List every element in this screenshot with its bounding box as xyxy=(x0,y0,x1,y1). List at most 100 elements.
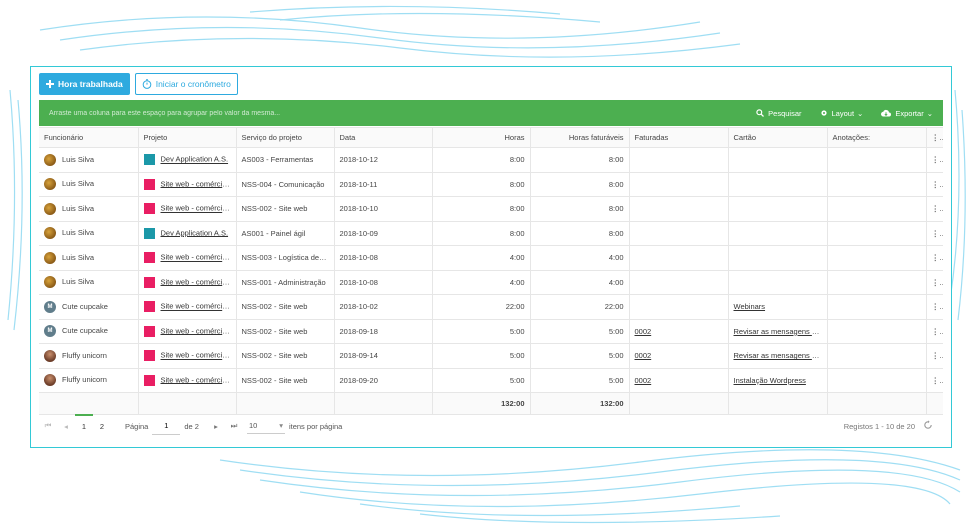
row-menu-icon[interactable]: ⋮ xyxy=(926,147,943,173)
column-menu-icon[interactable]: ⋮ xyxy=(926,127,943,148)
card-link[interactable]: Instalação Wordpress xyxy=(734,376,806,385)
row-menu-icon[interactable]: ⋮ xyxy=(926,221,943,246)
col-service[interactable]: Serviço do projeto xyxy=(236,127,335,148)
col-date[interactable]: Data xyxy=(334,127,433,148)
col-employee[interactable]: Funcionário xyxy=(39,127,139,148)
cell-service: NSS-002 - Site web xyxy=(236,196,335,222)
table-row[interactable]: Luis Silva Site web - comércio ... NSS-004… xyxy=(39,172,943,197)
project-link[interactable]: Site web - comércio ... xyxy=(161,351,235,360)
project-color-swatch xyxy=(143,374,155,386)
table-row[interactable]: Fluffy unicorn Site web - comércio ... NSS… xyxy=(39,343,943,369)
invoice-link[interactable]: 0002 xyxy=(635,376,652,385)
refresh-icon[interactable] xyxy=(923,420,933,432)
cell-employee: Luis Silva xyxy=(39,221,139,246)
row-menu-icon[interactable]: ⋮ xyxy=(926,294,943,320)
cell-notes xyxy=(827,172,927,197)
project-link[interactable]: Dev Application A.S. xyxy=(161,228,229,237)
toolbar: Hora trabalhada Iniciar o cronômetro xyxy=(39,73,238,95)
timesheet-panel: Hora trabalhada Iniciar o cronômetro Arr… xyxy=(30,66,952,448)
row-menu-icon[interactable]: ⋮ xyxy=(926,270,943,295)
project-color-swatch xyxy=(143,276,155,288)
layout-label: Layout xyxy=(831,108,855,118)
chevron-down-icon: ⌄ xyxy=(926,108,933,118)
card-link[interactable]: Revisar as mensagens aut... xyxy=(734,351,827,360)
page-2[interactable]: 2 xyxy=(93,422,111,431)
cell-card xyxy=(728,270,828,295)
cell-billable: 22:00 xyxy=(530,294,630,320)
row-menu-icon[interactable]: ⋮ xyxy=(926,368,943,393)
cell-service: AS001 - Painel ágil xyxy=(236,221,335,246)
project-link[interactable]: Site web - comércio ... xyxy=(161,375,235,384)
col-card[interactable]: Cartão xyxy=(728,127,828,148)
project-link[interactable]: Site web - comércio ... xyxy=(161,277,235,286)
cell-service: AS003 - Ferramentas xyxy=(236,147,335,173)
cell-project: Site web - comércio ... xyxy=(138,319,237,344)
row-menu-icon[interactable]: ⋮ xyxy=(926,196,943,222)
cell-card xyxy=(728,196,828,222)
avatar: M xyxy=(44,300,56,313)
cell-hours: 8:00 xyxy=(432,221,531,246)
table-row[interactable]: Luis Silva Site web - comércio ... NSS-002… xyxy=(39,196,943,222)
table-row[interactable]: Luis Silva Site web - comércio ... NSS-001… xyxy=(39,270,943,295)
project-color-swatch xyxy=(143,252,155,264)
start-timer-button[interactable]: Iniciar o cronômetro xyxy=(134,73,238,95)
table-row[interactable]: Fluffy unicorn Site web - comércio ... NSS… xyxy=(39,368,943,393)
cell-project: Site web - comércio ... xyxy=(138,270,237,295)
col-billable[interactable]: Horas faturáveis xyxy=(530,127,630,148)
row-menu-icon[interactable]: ⋮ xyxy=(926,319,943,344)
prev-page-icon[interactable]: ◂ xyxy=(57,422,75,431)
page-input[interactable] xyxy=(152,417,181,435)
cell-billable: 4:00 xyxy=(530,245,630,271)
project-link[interactable]: Site web - comércio ... xyxy=(161,326,235,335)
add-hour-button[interactable]: Hora trabalhada xyxy=(39,73,130,95)
search-button[interactable]: Pesquisar xyxy=(756,108,802,118)
search-label: Pesquisar xyxy=(768,108,802,118)
cell-hours: 5:00 xyxy=(432,319,531,344)
page-1[interactable]: 1 xyxy=(75,414,93,438)
table-row[interactable]: M Cute cupcake Site web - comércio ... NSS-… xyxy=(39,294,943,320)
cell-card xyxy=(728,172,828,197)
table-row[interactable]: Luis Silva Dev Application A.S. AS003 - Fe… xyxy=(39,147,943,173)
table-row[interactable]: Luis Silva Dev Application A.S. AS001 - Pa… xyxy=(39,221,943,246)
invoice-link[interactable]: 0002 xyxy=(635,327,652,336)
cell-invoiced: 0002 xyxy=(629,343,729,369)
cell-notes xyxy=(827,270,927,295)
cell-service: NSS-002 - Site web xyxy=(236,368,335,393)
table-row[interactable]: M Cute cupcake Site web - comércio ... NSS-… xyxy=(39,319,943,344)
row-menu-icon[interactable]: ⋮ xyxy=(926,245,943,271)
project-link[interactable]: Dev Application A.S. xyxy=(161,155,229,164)
cell-notes xyxy=(827,319,927,344)
cell-invoiced xyxy=(629,196,729,222)
avatar xyxy=(44,251,56,264)
layout-button[interactable]: Layout ⌄ xyxy=(820,108,863,118)
cell-service: NSS-002 - Site web xyxy=(236,294,335,320)
col-hours[interactable]: Horas xyxy=(432,127,531,148)
row-menu-icon[interactable]: ⋮ xyxy=(926,172,943,197)
cell-service: NSS-002 - Site web xyxy=(236,343,335,369)
invoice-link[interactable]: 0002 xyxy=(635,351,652,360)
employee-name: Luis Silva xyxy=(62,154,95,164)
pagination: ⏮ ◂ 1 2 Página de 2 ▸ ⏭ 10 ▾ itens por p… xyxy=(39,412,943,440)
project-link[interactable]: Site web - comércio ... xyxy=(161,253,235,262)
table-row[interactable]: Luis Silva Site web - comércio ... NSS-003… xyxy=(39,245,943,271)
col-invoiced[interactable]: Faturadas xyxy=(629,127,729,148)
project-link[interactable]: Site web - comércio ... xyxy=(161,204,235,213)
avatar xyxy=(44,374,56,387)
group-hint: Arraste uma coluna para este espaço para… xyxy=(49,109,281,117)
first-page-icon[interactable]: ⏮ xyxy=(39,421,57,431)
group-by-bar[interactable]: Arraste uma coluna para este espaço para… xyxy=(39,100,943,126)
export-button[interactable]: Exportar ⌄ xyxy=(881,109,933,118)
last-page-icon[interactable]: ⏭ xyxy=(225,421,243,431)
project-color-swatch xyxy=(143,227,155,239)
card-link[interactable]: Revisar as mensagens aut... xyxy=(734,327,827,336)
col-project[interactable]: Projeto xyxy=(138,127,237,148)
project-link[interactable]: Site web - comércio ... xyxy=(161,302,235,311)
col-notes[interactable]: Anotações: xyxy=(827,127,927,148)
next-page-icon[interactable]: ▸ xyxy=(207,422,225,431)
cell-hours: 8:00 xyxy=(432,172,531,197)
per-page-label: itens por página xyxy=(288,421,343,431)
per-page-select[interactable]: 10 ▾ xyxy=(246,419,285,434)
project-link[interactable]: Site web - comércio ... xyxy=(161,179,235,188)
row-menu-icon[interactable]: ⋮ xyxy=(926,343,943,369)
card-link[interactable]: Webinars xyxy=(734,302,766,311)
